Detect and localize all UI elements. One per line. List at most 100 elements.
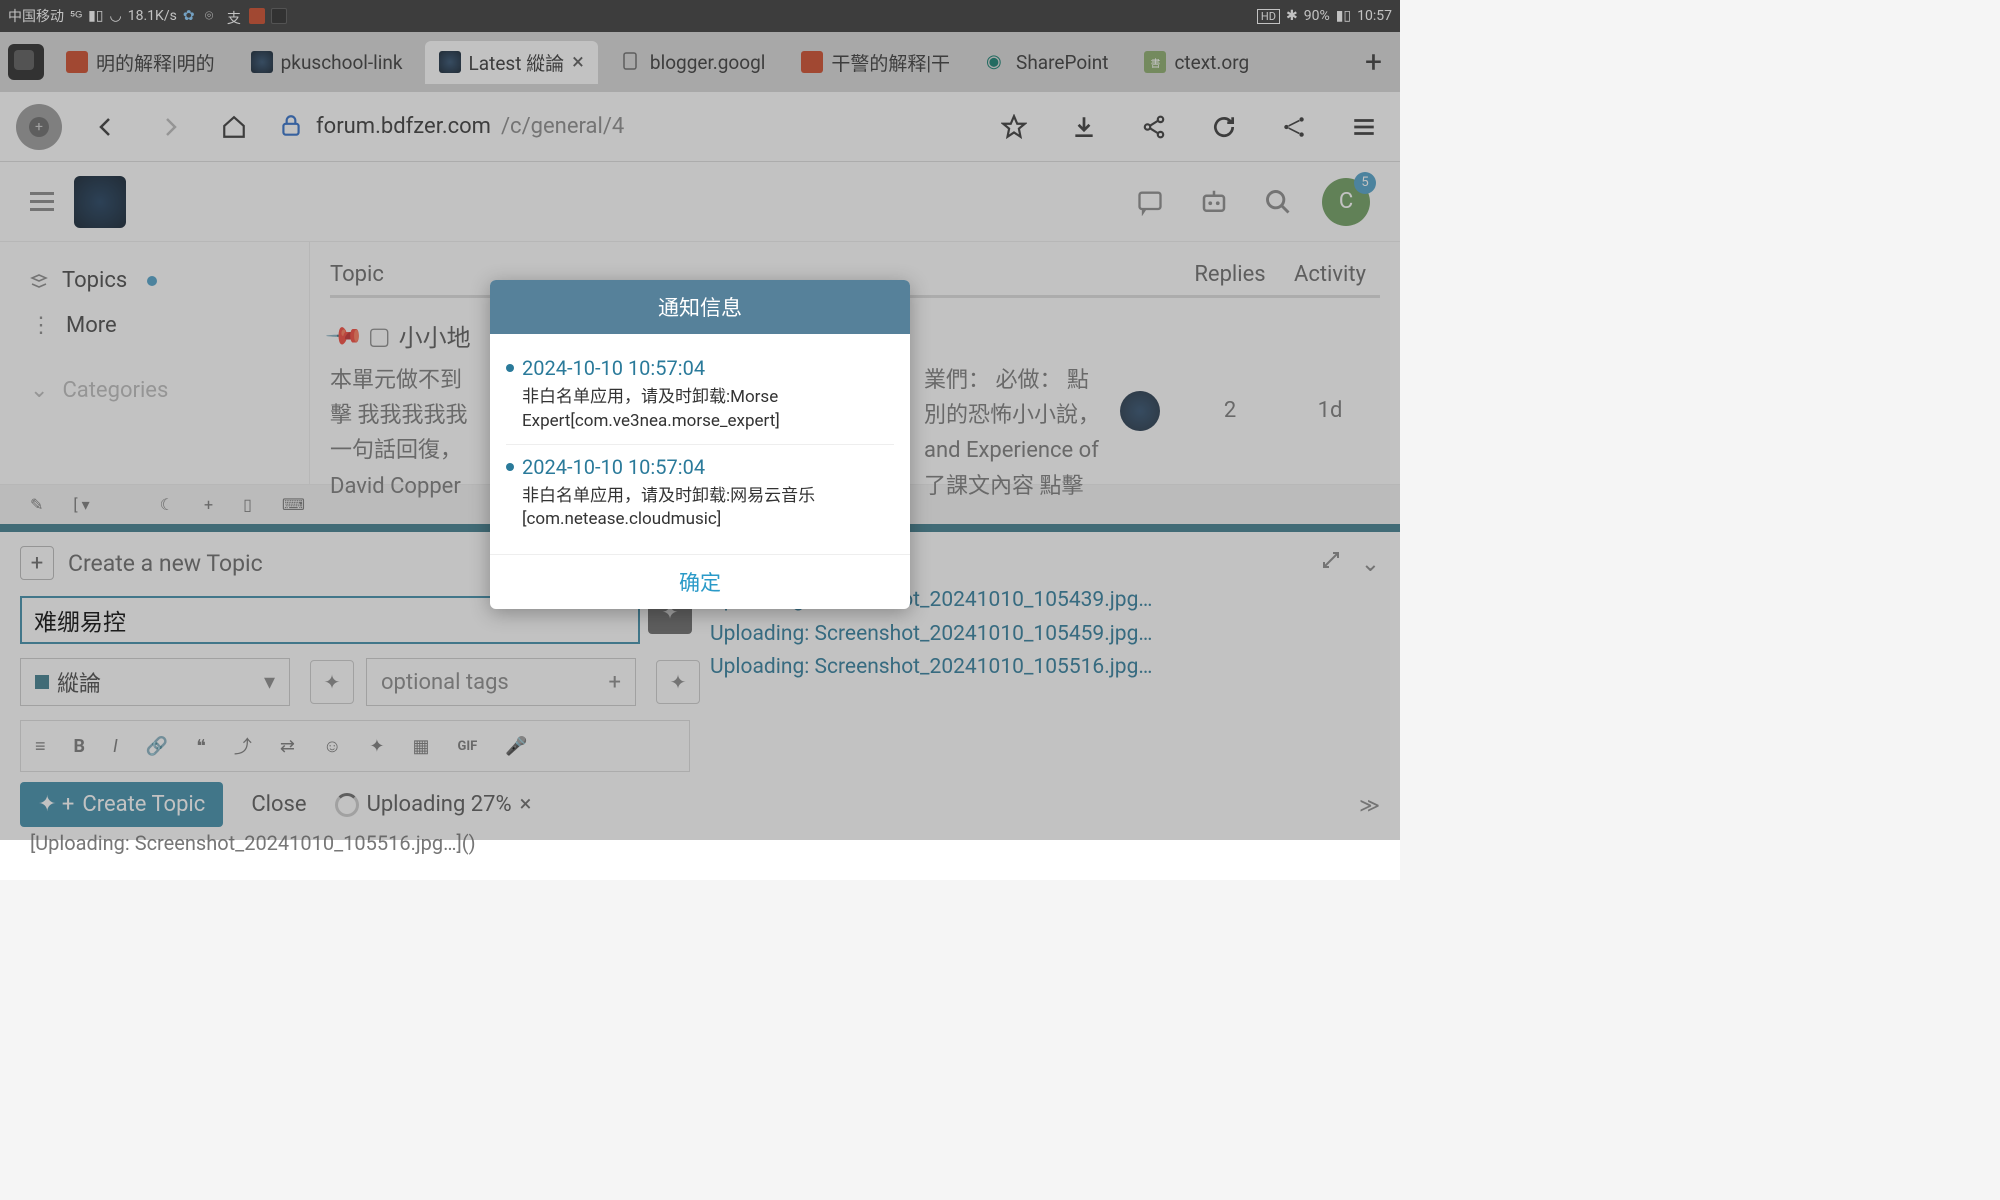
- status-app-icon-5: [271, 8, 287, 24]
- moon-icon[interactable]: ☾: [160, 495, 174, 514]
- tab-6[interactable]: ◉ SharePoint: [972, 43, 1122, 82]
- notification-item: 2024-10-10 10:57:04 非白名单应用，请及时卸载:Morse E…: [506, 346, 894, 445]
- plus-icon[interactable]: +: [204, 495, 213, 514]
- sidebar-label: More: [66, 313, 117, 338]
- profile-plus-icon: +: [29, 117, 49, 137]
- composer-add-button[interactable]: +: [20, 546, 54, 580]
- wifi-icon: ◡: [110, 8, 122, 24]
- upload-text: Uploading 27%: [367, 792, 512, 817]
- calendar-icon[interactable]: ▦: [412, 736, 429, 757]
- cancel-upload-button[interactable]: ×: [520, 792, 532, 817]
- tab-5[interactable]: 干警的解释|干: [787, 41, 964, 84]
- new-tab-button[interactable]: +: [1365, 45, 1382, 80]
- share-button[interactable]: [1134, 107, 1174, 147]
- keyboard-icon[interactable]: ⌨: [282, 495, 305, 514]
- composer-heading: Create a new Topic: [68, 550, 263, 577]
- quote-block-icon[interactable]: ≡: [35, 736, 46, 757]
- mic-icon[interactable]: 🎤: [505, 736, 527, 757]
- chat-icon[interactable]: [1130, 182, 1170, 222]
- pin-icon: 📌: [324, 315, 365, 356]
- bracket-icon[interactable]: [ ▾: [73, 495, 89, 514]
- search-icon[interactable]: [1258, 182, 1298, 222]
- preview-line: Uploading: Screenshot_20241010_105459.jp…: [710, 618, 1380, 652]
- collapse-preview-button[interactable]: ≫: [1359, 793, 1380, 817]
- category-select[interactable]: 縱論 ▾: [20, 658, 290, 706]
- notif-time: 2024-10-10 10:57:04: [522, 455, 705, 479]
- signal-bars-icon: ▮▯: [88, 8, 103, 24]
- blockquote-icon[interactable]: ❝: [196, 736, 206, 757]
- hd-badge: HD: [1257, 9, 1280, 24]
- robot-icon[interactable]: [1194, 182, 1234, 222]
- overflow-text: [Uploading: Screenshot_20241010_105516.j…: [30, 831, 476, 855]
- upload-icon[interactable]: ⤴: [234, 733, 252, 759]
- tab-3-active[interactable]: Latest 縱論 ×: [425, 41, 598, 84]
- signal-5g-icon: ⁵ᴳ: [70, 8, 82, 25]
- back-button[interactable]: [86, 107, 126, 147]
- create-topic-label: Create Topic: [82, 792, 205, 817]
- download-button[interactable]: [1064, 107, 1104, 147]
- profile-button[interactable]: +: [16, 104, 62, 150]
- home-button[interactable]: [214, 107, 254, 147]
- phone-icon[interactable]: ▯: [243, 495, 252, 514]
- notification-modal: 通知信息 2024-10-10 10:57:04 非白名单应用，请及时卸载:Mo…: [490, 280, 910, 609]
- share-nodes-button[interactable]: [1274, 107, 1314, 147]
- swap-icon[interactable]: ⇄: [280, 736, 295, 757]
- site-logo[interactable]: [74, 176, 126, 228]
- bold-icon[interactable]: B: [74, 736, 86, 757]
- tab-4[interactable]: blogger.googl: [606, 43, 779, 82]
- tab-label: pkuschool-link: [281, 51, 403, 74]
- battery-percent: 90%: [1304, 8, 1330, 24]
- status-app-icon-3: 支: [227, 8, 243, 24]
- sidebar-toggle-button[interactable]: [30, 192, 54, 211]
- create-topic-button[interactable]: ✦ + Create Topic: [20, 782, 223, 827]
- modal-confirm-button[interactable]: 确定: [490, 554, 910, 609]
- pencil-icon[interactable]: ✎: [30, 495, 43, 514]
- ai-category-button[interactable]: ✦: [310, 660, 354, 704]
- close-composer-button[interactable]: Close: [251, 792, 306, 817]
- notif-text: 非白名单应用，请及时卸载:Morse Expert[com.ve3nea.mor…: [506, 386, 894, 434]
- upload-status: Uploading 27% ×: [335, 792, 532, 817]
- link-icon[interactable]: 🔗: [146, 736, 168, 757]
- tab-counter-icon[interactable]: [8, 44, 44, 80]
- url-bar[interactable]: forum.bdfzer.com/c/general/4: [278, 113, 970, 141]
- ai-tags-button[interactable]: ✦: [656, 660, 700, 704]
- chevron-down-icon: ⌄: [30, 378, 48, 403]
- favicon-site-icon: [439, 51, 461, 73]
- forward-button[interactable]: [150, 107, 190, 147]
- reload-button[interactable]: [1204, 107, 1244, 147]
- tab-7[interactable]: 書 ctext.org: [1130, 43, 1263, 82]
- gear-plus-icon: ✦ +: [38, 792, 74, 817]
- menu-button[interactable]: [1344, 107, 1384, 147]
- star-button[interactable]: [994, 107, 1034, 147]
- favicon-dict-icon: [66, 51, 88, 73]
- column-replies: Replies: [1180, 262, 1280, 287]
- poster-avatar[interactable]: [1120, 391, 1160, 431]
- status-app-icon-2: ⌾: [205, 8, 221, 24]
- tab-label: SharePoint: [1016, 51, 1108, 74]
- tab-1[interactable]: 明的解释|明的: [52, 41, 229, 84]
- tags-placeholder: optional tags: [381, 670, 509, 695]
- gif-icon[interactable]: GIF: [457, 739, 477, 754]
- site-security-icon[interactable]: [278, 113, 306, 141]
- expand-icon[interactable]: [1321, 550, 1341, 577]
- tab-2[interactable]: pkuschool-link: [237, 43, 417, 82]
- browser-toolbar: + forum.bdfzer.com/c/general/4: [0, 92, 1400, 162]
- sidebar-item-topics[interactable]: Topics: [30, 258, 279, 303]
- modal-title: 通知信息: [490, 280, 910, 334]
- forum-header: C 5: [0, 162, 1400, 242]
- status-app-icon-1: ✿: [183, 8, 199, 24]
- chevron-down-icon[interactable]: ⌄: [1361, 550, 1380, 577]
- italic-icon[interactable]: I: [113, 736, 118, 757]
- emoji-icon[interactable]: ☺: [323, 736, 341, 757]
- chevron-down-icon: ▾: [264, 670, 275, 695]
- sparkle-icon[interactable]: ✦: [369, 736, 384, 757]
- url-host: forum.bdfzer.com: [316, 114, 491, 139]
- topic-title-text: 小小地: [399, 318, 471, 353]
- user-avatar[interactable]: C 5: [1322, 178, 1370, 226]
- notif-text: 非白名单应用，请及时卸载:网易云音乐[com.netease.cloudmusi…: [506, 485, 894, 533]
- close-tab-icon[interactable]: ×: [572, 50, 584, 75]
- sidebar-item-categories[interactable]: ⌄ Categories: [30, 368, 279, 413]
- sidebar-item-more[interactable]: ⋮ More: [30, 303, 279, 348]
- carrier-label: 中国移动: [8, 6, 64, 26]
- tags-input[interactable]: optional tags +: [366, 658, 636, 706]
